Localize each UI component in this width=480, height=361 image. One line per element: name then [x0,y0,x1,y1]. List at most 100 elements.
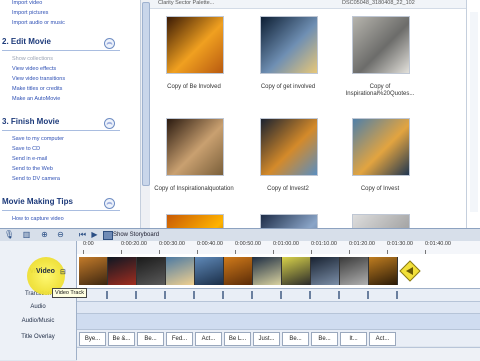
chevron-up-icon[interactable]: ︽ [104,38,115,49]
title-overlay-track-label[interactable]: Title Overlay [18,334,58,340]
save-to-computer-link[interactable]: Save to my computer [12,136,64,142]
movie-tasks-pane: Import video Import pictures Import audi… [0,0,151,228]
chevron-up-icon[interactable]: ︽ [104,118,115,129]
how-to-capture-link[interactable]: How to capture video [12,216,64,222]
title-overlay-track[interactable]: Bye... Be &... Be... Fed... Act... Be L... Jus… [77,330,480,346]
ruler-tick-label: 0:00 [83,241,94,247]
movie-tips-heading[interactable]: Movie Making Tips [2,197,120,206]
chevron-up-icon[interactable]: ︽ [104,198,115,209]
clip-caption[interactable]: Copy of Be Involved [154,84,234,91]
collection-clip-thumbnail[interactable] [260,214,318,228]
ruler-tick-label: 0:01:40.00 [425,241,451,247]
title-overlay-clip[interactable]: Be... [137,332,164,346]
collection-clip-thumbnail[interactable] [352,16,410,74]
section-divider [2,210,120,211]
video-track-label-highlighted[interactable]: Video [36,268,55,275]
transition-marker[interactable] [367,291,369,299]
audio-levels-icon[interactable]: ▥ [22,230,31,239]
transition-marker[interactable] [106,291,108,299]
collection-clip-thumbnail[interactable] [166,16,224,74]
collection-scrollbar[interactable] [466,0,480,228]
playhead-marker-icon[interactable] [399,260,421,282]
view-video-transitions-link[interactable]: View video transitions [12,76,65,82]
ruler-tick-label: 0:01:10.00 [311,241,337,247]
title-overlay-clip[interactable]: Be... [282,332,309,346]
transition-marker[interactable] [309,291,311,299]
strip-left-label: Clarity Sector Palette... [158,0,215,6]
clip-caption[interactable]: Copy of Invest2 [248,186,328,193]
transition-marker[interactable] [280,291,282,299]
play-icon[interactable]: ▶ [90,230,99,239]
clip-caption[interactable]: Copy of Inspirational%20Quotes... [340,84,420,98]
title-overlay-clip[interactable]: Act... [195,332,222,346]
title-overlay-clip[interactable]: Fed... [166,332,193,346]
video-clip[interactable] [340,257,369,285]
import-video-link[interactable]: Import video [12,0,42,6]
video-clip[interactable] [79,257,108,285]
view-video-effects-link[interactable]: View video effects [12,66,56,72]
title-overlay-clip[interactable]: Be &... [108,332,135,346]
send-email-link[interactable]: Send in e-mail [12,156,47,162]
import-audio-link[interactable]: Import audio or music [12,20,65,26]
transition-marker[interactable] [338,291,340,299]
collection-clip-thumbnail[interactable] [352,118,410,176]
title-overlay-clip[interactable]: Act... [369,332,396,346]
audio-music-track[interactable] [77,314,480,330]
collection-clip-thumbnail[interactable] [260,16,318,74]
send-dv-camera-link[interactable]: Send to DV camera [12,176,60,182]
title-overlay-clip[interactable]: Be... [311,332,338,346]
show-collections-link[interactable]: Show collections [12,56,53,62]
clip-caption[interactable]: Copy of Invest [340,186,420,193]
title-overlay-clip[interactable]: It... [340,332,367,346]
video-clip[interactable] [195,257,224,285]
video-clip[interactable] [282,257,311,285]
timeline-scrollbar[interactable] [77,347,480,361]
finish-movie-heading[interactable]: 3. Finish Movie [2,117,120,126]
storyboard-icon[interactable] [103,231,113,240]
collection-clip-thumbnail[interactable] [260,118,318,176]
scroll-track[interactable] [470,12,478,212]
zoom-in-icon[interactable]: ⊕ [40,230,49,239]
transition-marker[interactable] [396,291,398,299]
expand-icon[interactable]: ⊟ [60,268,66,276]
video-clip[interactable] [253,257,282,285]
clip-caption[interactable]: Copy of Inspirationalquotation [154,186,234,193]
video-clip[interactable] [369,257,398,285]
narrate-icon[interactable]: 🎙 [4,230,14,239]
ruler-tick-label: 0:01:30.00 [387,241,413,247]
transition-marker[interactable] [251,291,253,299]
title-overlay-clip[interactable]: Bye... [79,332,106,346]
video-clip[interactable] [224,257,253,285]
zoom-out-icon[interactable]: ⊖ [56,230,65,239]
make-automovie-link[interactable]: Make an AutoMovie [12,96,60,102]
collection-clip-thumbnail[interactable] [166,214,224,228]
send-web-link[interactable]: Send to the Web [12,166,53,172]
edit-movie-heading[interactable]: 2. Edit Movie [2,37,120,46]
transition-marker[interactable] [135,291,137,299]
scroll-thumb[interactable] [142,2,150,186]
timeline-ruler[interactable]: 0:00 0:00:20.00 0:00:30.00 0:00:40.00 0:00:5… [77,241,480,255]
video-clip[interactable] [311,257,340,285]
section-divider [2,50,120,51]
audio-track-label[interactable]: Audio [18,304,58,310]
title-overlay-clip[interactable]: Just... [253,332,280,346]
title-overlay-clip[interactable]: Be L... [224,332,251,346]
make-titles-link[interactable]: Make titles or credits [12,86,62,92]
collection-clip-thumbnail[interactable] [166,118,224,176]
clip-caption[interactable]: Copy of get involved [248,84,328,91]
video-clip[interactable] [108,257,137,285]
taskpane-scrollbar[interactable] [140,0,150,228]
transition-marker[interactable] [193,291,195,299]
rewind-icon[interactable]: ⏮ [78,230,87,239]
audio-music-track-label[interactable]: Audio/Music [18,318,58,324]
transition-marker[interactable] [164,291,166,299]
save-to-cd-link[interactable]: Save to CD [12,146,40,152]
transition-marker[interactable] [222,291,224,299]
show-storyboard-button[interactable]: Show Storyboard [113,229,159,241]
video-clip[interactable] [137,257,166,285]
collection-clip-thumbnail[interactable] [352,214,410,228]
transition-track[interactable] [77,289,480,302]
import-pictures-link[interactable]: Import pictures [12,10,48,16]
audio-track[interactable] [77,302,480,314]
video-clip[interactable] [166,257,195,285]
